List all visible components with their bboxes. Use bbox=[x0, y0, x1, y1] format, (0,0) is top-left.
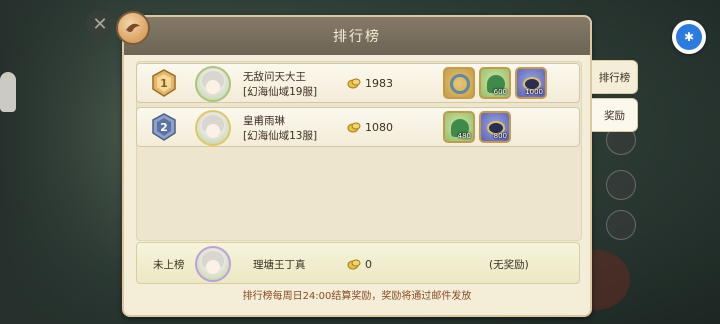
player-score: 1983 bbox=[365, 77, 393, 90]
rank-badge: 2 bbox=[151, 113, 177, 141]
rank-number: 1 bbox=[160, 76, 168, 90]
rank-number: 2 bbox=[160, 120, 168, 134]
self-score: 0 bbox=[365, 258, 372, 271]
player-server: [幻海仙域13服] bbox=[243, 130, 318, 142]
emblem-icon bbox=[116, 11, 150, 45]
ring-icon bbox=[450, 74, 470, 94]
settlement-note: 排行榜每周日24:00结算奖励，奖励将通过邮件发放 bbox=[242, 291, 472, 302]
avatar[interactable] bbox=[195, 246, 231, 282]
menu-icon[interactable] bbox=[606, 170, 636, 200]
reward-count: 600 bbox=[493, 88, 507, 96]
player-name: 无敌问天大王 bbox=[243, 71, 306, 83]
background-character bbox=[0, 72, 16, 112]
reward-item[interactable]: 1000 bbox=[515, 67, 547, 99]
player-name: 皇甫雨琳 bbox=[243, 115, 285, 127]
close-button[interactable]: ✕ bbox=[86, 10, 114, 38]
reward-item[interactable]: 600 bbox=[479, 67, 511, 99]
coin-icon bbox=[347, 122, 361, 133]
reward-item[interactable]: 480 bbox=[443, 111, 475, 143]
ranking-panel: 排行榜 1 无敌问天大王 [幻海仙域19服] 1983 600 1000 2 皇… bbox=[116, 11, 592, 317]
player-server: [幻海仙域19服] bbox=[243, 86, 318, 98]
coin-icon bbox=[347, 78, 361, 89]
ranking-row[interactable]: 2 皇甫雨琳 [幻海仙域13服] 1080 480 800 bbox=[136, 107, 580, 147]
background-shade bbox=[0, 0, 120, 324]
rank-badge: 1 bbox=[151, 69, 177, 97]
tab-ranking[interactable]: 排行榜 bbox=[592, 60, 638, 94]
reward-count: 1000 bbox=[525, 88, 543, 96]
tab-label: 排行榜 bbox=[598, 71, 631, 84]
reward-item[interactable] bbox=[443, 67, 475, 99]
player-score: 1080 bbox=[365, 121, 393, 134]
tab-label: 奖励 bbox=[604, 109, 625, 122]
reward-count: 800 bbox=[493, 132, 507, 140]
close-icon: ✕ bbox=[92, 13, 108, 35]
assistant-button[interactable]: ✱ bbox=[672, 20, 706, 54]
tab-reward[interactable]: 奖励 bbox=[592, 98, 638, 132]
self-name: 理塘王丁真 bbox=[253, 259, 306, 271]
page-title: 排行榜 bbox=[333, 29, 381, 45]
self-rank-label: 未上榜 bbox=[153, 259, 185, 271]
avatar[interactable] bbox=[195, 110, 231, 146]
reward-count: 480 bbox=[457, 132, 471, 140]
self-reward-text: (无奖励) bbox=[489, 259, 529, 271]
self-ranking-row: 未上榜 理塘王丁真 0 (无奖励) bbox=[136, 242, 580, 284]
reward-item[interactable]: 800 bbox=[479, 111, 511, 143]
travel-icon[interactable] bbox=[606, 210, 636, 240]
panel-header: 排行榜 bbox=[124, 17, 590, 55]
avatar[interactable] bbox=[195, 66, 231, 102]
coin-icon bbox=[347, 259, 361, 270]
ranking-row[interactable]: 1 无敌问天大王 [幻海仙域19服] 1983 600 1000 bbox=[136, 63, 580, 103]
assistant-icon: ✱ bbox=[676, 24, 702, 50]
